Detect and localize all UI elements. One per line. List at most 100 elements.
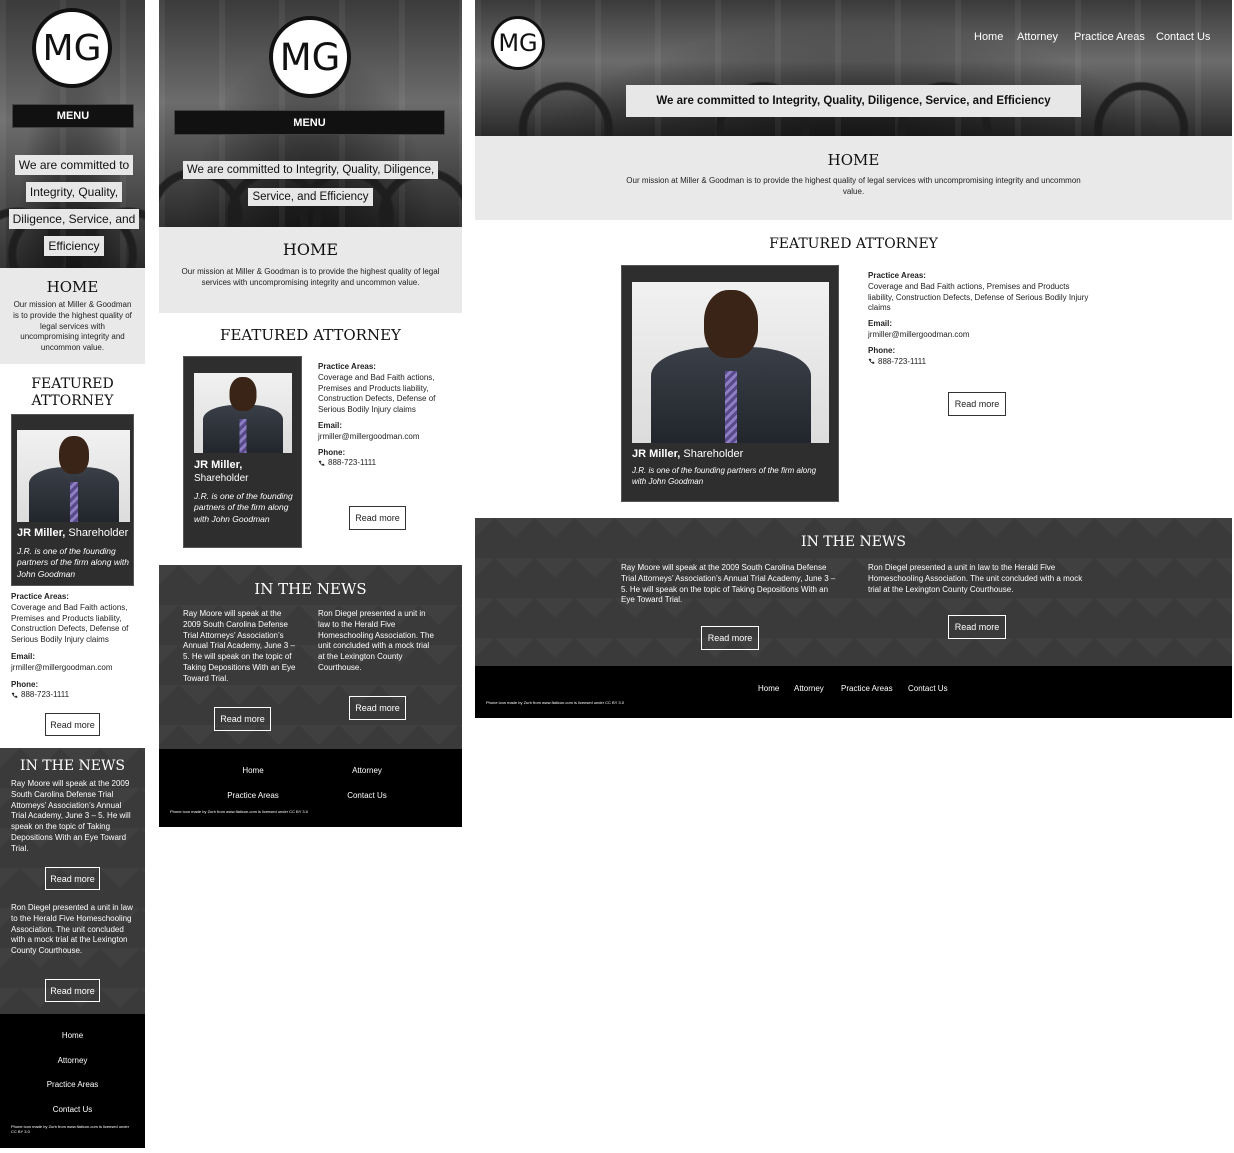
news-read-more-button[interactable]: Read more — [701, 626, 759, 650]
news-item-text: Ray Moore will speak at the 2009 South C… — [183, 609, 296, 683]
news-read-more-button[interactable]: Read more — [45, 867, 100, 890]
phone-label: Phone: — [318, 447, 346, 457]
logo-text: MG — [498, 29, 538, 57]
email-label: Email: — [868, 319, 893, 329]
featured-title: FEATURED ATTORNEY — [769, 236, 938, 252]
email-label: Email: — [11, 651, 36, 661]
footer-link-home[interactable]: Home — [758, 684, 779, 693]
attorney-name: JR Miller, — [632, 448, 681, 460]
logo[interactable]: MG — [491, 16, 545, 70]
tagline: We are committed to Integrity, Quality, … — [626, 85, 1081, 117]
attorney-role: Shareholder — [683, 448, 744, 460]
nav-link-contact[interactable]: Contact Us — [1156, 31, 1210, 43]
practice-text: Coverage and Bad Faith actions, Premises… — [318, 372, 436, 415]
email-link[interactable]: jrmiller@millergoodman.com — [11, 663, 139, 674]
practice-text: Coverage and Bad Faith actions, Premises… — [868, 281, 1089, 313]
email-label: Email: — [318, 420, 343, 430]
featured-title-line: ATTORNEY — [31, 393, 114, 409]
phone-label: Phone: — [11, 679, 39, 689]
phone-number[interactable]: 888-723-1111 — [878, 357, 926, 366]
practice-label: Practice Areas: — [868, 271, 926, 280]
footer-credit: Phone icon made by Zurb from www.flatico… — [486, 700, 624, 705]
footer-link-contact[interactable]: Contact Us — [299, 791, 435, 800]
attorney-bio: J.R. is one of the founding partners of … — [17, 546, 129, 579]
phone-icon — [318, 460, 325, 466]
tagline: We are committed to Integrity, Quality, … — [8, 152, 140, 260]
news-section: IN THE NEWS Ray Moore will speak at the … — [0, 748, 145, 1014]
phone-number[interactable]: 888-723-1111 — [328, 458, 376, 467]
footer-link-contact[interactable]: Contact Us — [0, 1105, 145, 1114]
attorney-name-line: JR Miller, Shareholder — [632, 448, 743, 460]
practice-label: Practice Areas: — [11, 592, 69, 601]
tagline-line: Efficiency — [44, 236, 104, 256]
footer-link-attorney[interactable]: Attorney — [299, 766, 435, 775]
footer-credit: Phone icon made by Zurb from www.flatico… — [170, 809, 308, 814]
tagline-line: We are committed to Integrity, Quality, … — [182, 161, 439, 179]
practice-label: Practice Areas: — [318, 362, 376, 371]
footer-credit: Phone icon made by Zurb from www.flatico… — [11, 1124, 130, 1135]
nav-link-practice-areas[interactable]: Practice Areas — [1074, 31, 1145, 43]
home-section: HOME Our mission at Miller & Goodman is … — [0, 268, 145, 364]
phone-icon — [868, 358, 875, 364]
logo[interactable]: MG — [269, 16, 351, 98]
footer: Home Attorney Practice Areas Contact Us … — [159, 749, 462, 827]
news-title: IN THE NEWS — [20, 758, 125, 774]
mobile-view: MG MENU We are committed to Integrity, Q… — [0, 0, 145, 1148]
attorney-name-line: JR Miller, Shareholder — [194, 458, 248, 486]
phone-label: Phone: — [868, 345, 896, 355]
news-item-text: Ray Moore will speak at the 2009 South C… — [621, 563, 836, 605]
phone-number[interactable]: 888-723-1111 — [21, 690, 69, 699]
news-title: IN THE NEWS — [254, 580, 367, 598]
practice-text: Coverage and Bad Faith actions, Premises… — [11, 602, 129, 645]
news-read-more-button[interactable]: Read more — [214, 707, 271, 731]
footer-link-home[interactable]: Home — [0, 1031, 145, 1040]
footer-link-contact[interactable]: Contact Us — [908, 684, 948, 693]
attorney-name-line: JR Miller, Shareholder — [17, 527, 128, 539]
news-read-more-button[interactable]: Read more — [948, 615, 1006, 639]
tagline-line: Diligence, Service, and — [8, 209, 140, 229]
logo[interactable]: MG — [32, 8, 112, 88]
mission-text: Our mission at Miller & Goodman is to pr… — [181, 267, 440, 287]
home-section: HOME Our mission at Miller & Goodman is … — [159, 227, 462, 313]
phone-line: 888-723-1111 — [11, 690, 139, 701]
attorney-read-more-button[interactable]: Read more — [349, 506, 406, 530]
home-title: HOME — [282, 240, 339, 259]
footer-link-attorney[interactable]: Attorney — [0, 1056, 145, 1065]
phone-icon — [11, 692, 18, 698]
attorney-read-more-button[interactable]: Read more — [45, 713, 100, 736]
featured-title: FEATURED ATTORNEY — [0, 376, 145, 410]
nav-link-attorney[interactable]: Attorney — [1017, 31, 1058, 43]
desktop-view: MG Home Attorney Practice Areas Contact … — [475, 0, 1232, 718]
menu-button[interactable]: MENU — [12, 104, 134, 128]
footer: Home Attorney Practice Areas Contact Us … — [0, 1014, 145, 1148]
attorney-name: JR Miller, — [194, 459, 243, 471]
attorney-details: Practice Areas: Coverage and Bad Faith a… — [11, 592, 139, 701]
footer-link-attorney[interactable]: Attorney — [794, 684, 824, 693]
attorney-details: Practice Areas: Coverage and Bad Faith a… — [318, 362, 440, 469]
news-read-more-button[interactable]: Read more — [349, 696, 406, 720]
nav-link-home[interactable]: Home — [974, 31, 1003, 43]
news-title: IN THE NEWS — [801, 534, 906, 550]
footer: Home Attorney Practice Areas Contact Us … — [475, 666, 1232, 718]
attorney-read-more-button[interactable]: Read more — [948, 392, 1006, 416]
attorney-card[interactable]: JR Miller, Shareholder J.R. is one of th… — [621, 265, 839, 502]
logo-text: MG — [279, 35, 341, 79]
footer-link-practice-areas[interactable]: Practice Areas — [841, 684, 893, 693]
email-link[interactable]: jrmiller@millergoodman.com — [868, 330, 1090, 341]
mission-text: Our mission at Miller & Goodman is to pr… — [626, 176, 1081, 196]
news-read-more-button[interactable]: Read more — [45, 979, 100, 1002]
attorney-card[interactable]: JR Miller, Shareholder J.R. is one of th… — [183, 356, 302, 548]
phone-line: 888-723-1111 — [318, 458, 440, 469]
attorney-card[interactable]: JR Miller, Shareholder J.R. is one of th… — [11, 414, 134, 586]
footer-link-practice-areas[interactable]: Practice Areas — [0, 1080, 145, 1089]
attorney-name: JR Miller, — [17, 527, 66, 539]
phone-line: 888-723-1111 — [868, 357, 1090, 368]
tagline-line: Service, and Efficiency — [248, 188, 373, 206]
news-item-text: Ron Diegel presented a unit in law to th… — [11, 903, 133, 956]
tagline: We are committed to Integrity, Quality, … — [167, 157, 454, 211]
attorney-bio: J.R. is one of the founding partners of … — [632, 466, 817, 486]
news-section: IN THE NEWS Ray Moore will speak at the … — [475, 518, 1232, 666]
email-link[interactable]: jrmiller@millergoodman.com — [318, 432, 440, 443]
menu-button[interactable]: MENU — [174, 110, 445, 135]
attorney-photo — [17, 430, 130, 522]
